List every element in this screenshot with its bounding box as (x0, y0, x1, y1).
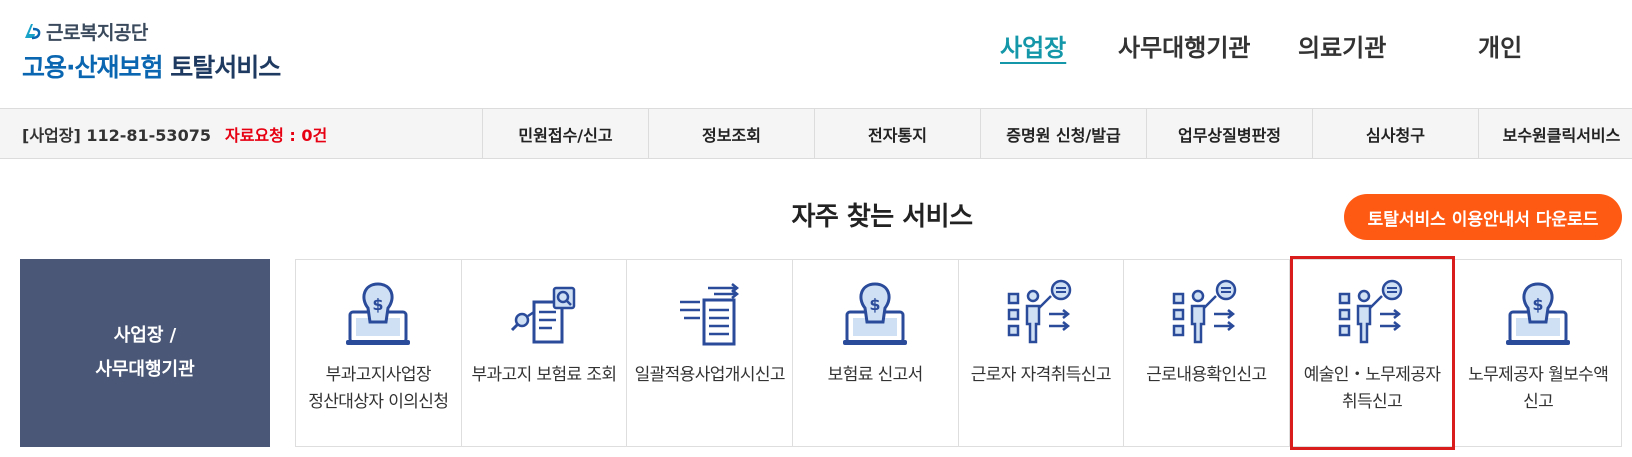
service-card-label: 부과고지사업장 정산대상자 이의신청 (308, 365, 449, 412)
logo-title-total-service: 토탈서비스 (170, 53, 281, 82)
document-transfer-icon (679, 283, 739, 346)
money-laptop-icon: $ (1506, 282, 1571, 345)
document-search-icon (510, 286, 576, 344)
service-card-highlighted[interactable]: 예술인・노무제공자 취득신고 (1289, 256, 1456, 450)
presenter-icon (1173, 279, 1237, 344)
svg-text:$: $ (373, 295, 384, 314)
submenu-certificate[interactable]: 증명원 신청/발급 (980, 109, 1146, 158)
service-card-label: 보험료 신고서 (827, 365, 924, 385)
logo-org-name: 근로복지공단 (46, 21, 148, 44)
money-laptop-icon: $ (346, 282, 411, 345)
topnav-personal[interactable]: 개인 (1478, 28, 1522, 63)
service-card-label: 근로내용확인신고 (1146, 365, 1267, 385)
sub-menu: 민원접수/신고 정보조회 전자통지 증명원 신청/발급 업무상질병판정 심사청구… (482, 109, 1632, 158)
logo-title-insurance: 고용·산재보험 (22, 53, 163, 82)
topnav-medical[interactable]: 의료기관 (1298, 28, 1386, 63)
site-logo[interactable]: 근로복지공단 고용·산재보험 토탈서비스 (22, 20, 322, 84)
frequent-services: $ 부과고지사업장 정산대상자 이의신청 부과고지 보험료 조회 일괄적용사업개… (295, 256, 1622, 450)
submenu-civil-filing[interactable]: 민원접수/신고 (482, 109, 648, 158)
topnav-business[interactable]: 사업장 (1000, 28, 1066, 63)
service-card-label: 근로자 자격취득신고 (970, 365, 1112, 385)
topnav-agency[interactable]: 사무대행기관 (1118, 28, 1250, 63)
service-card[interactable]: 근로내용확인신고 (1124, 260, 1290, 446)
money-laptop-icon: $ (843, 282, 908, 345)
logo-title: 고용·산재보험 토탈서비스 (22, 48, 322, 84)
download-guide-button[interactable]: 토탈서비스 이용안내서 다운로드 (1344, 194, 1622, 240)
service-card[interactable]: 부과고지 보험료 조회 (462, 260, 628, 446)
presenter-icon (1007, 279, 1072, 344)
submenu-info-lookup[interactable]: 정보조회 (648, 109, 814, 158)
submenu-one-click-service[interactable]: 보수원클릭서비스 (1478, 109, 1632, 158)
service-card-label: 일괄적용사업개시신고 (634, 365, 786, 385)
category-panel: 사업장 / 사무대행기관 (20, 259, 270, 447)
presenter-icon (1338, 279, 1403, 344)
service-card-label: 예술인・노무제공자 취득신고 (1303, 365, 1441, 412)
service-card[interactable]: $ 부과고지사업장 정산대상자 이의신청 (296, 260, 462, 446)
service-card[interactable]: 일괄적용사업개시신고 (627, 260, 793, 446)
comwel-logo-icon (25, 24, 41, 40)
submenu-review-request[interactable]: 심사청구 (1312, 109, 1478, 158)
submenu-e-notice[interactable]: 전자통지 (814, 109, 980, 158)
service-card[interactable]: $ 보험료 신고서 (793, 260, 959, 446)
business-registration-number: [사업장] 112-81-53075 (22, 125, 211, 145)
category-line-1: 사업장 / (113, 325, 177, 346)
category-line-2: 사무대행기관 (95, 359, 195, 380)
service-card-label: 부과고지 보험료 조회 (471, 365, 617, 385)
sub-navigation-bar: [사업장] 112-81-53075 자료요청 : 0건 민원접수/신고 정보조… (0, 108, 1632, 159)
service-card[interactable]: 근로자 자격취득신고 (959, 260, 1125, 446)
data-request-count[interactable]: 자료요청 : 0건 (225, 122, 327, 146)
service-card[interactable]: $ 노무제공자 월보수액 신고 (1455, 260, 1621, 446)
service-card-label: 노무제공자 월보수액 신고 (1468, 365, 1609, 412)
svg-text:$: $ (870, 295, 881, 314)
submenu-disease-decision[interactable]: 업무상질병판정 (1146, 109, 1312, 158)
business-info: [사업장] 112-81-53075 자료요청 : 0건 (22, 109, 327, 158)
svg-text:$: $ (1533, 295, 1544, 314)
